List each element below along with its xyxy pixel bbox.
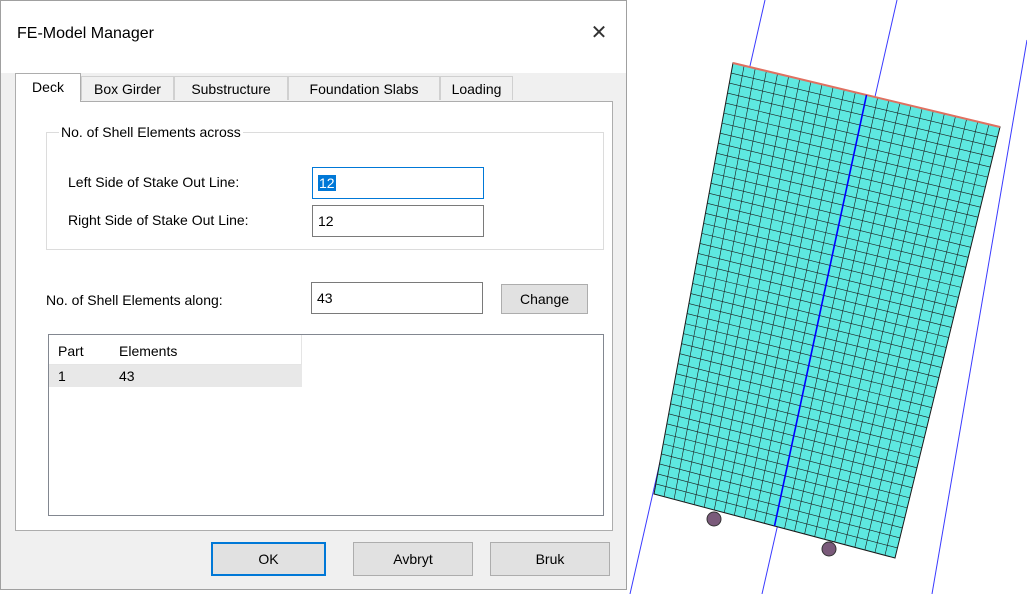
fe-model-view[interactable]	[627, 0, 1027, 595]
row-elements-cell: 43	[119, 368, 135, 384]
table-row[interactable]: 1 43	[49, 365, 302, 387]
tab-deck[interactable]: Deck	[15, 73, 81, 102]
tab-foundation-slabs[interactable]: Foundation Slabs	[288, 76, 440, 100]
column-header-part[interactable]: Part	[58, 343, 84, 359]
dialog-title: FE-Model Manager	[17, 25, 154, 42]
column-header-elements[interactable]: Elements	[119, 343, 177, 359]
tab-substructure[interactable]: Substructure	[174, 76, 288, 100]
along-input[interactable]: 43	[311, 282, 483, 314]
along-value: 43	[317, 290, 333, 306]
mesh-surface	[654, 63, 1000, 558]
deck-mesh-drawing	[629, 0, 1027, 595]
left-side-value: 12	[318, 175, 336, 191]
support-icon	[706, 511, 722, 527]
across-group: No. of Shell Elements across Left Side o…	[46, 124, 604, 250]
right-side-input[interactable]: 12	[312, 205, 484, 237]
across-group-label: No. of Shell Elements across	[59, 124, 243, 140]
tab-box-girder[interactable]: Box Girder	[81, 76, 174, 100]
tab-loading[interactable]: Loading	[440, 76, 513, 100]
row-part-cell: 1	[58, 368, 66, 384]
close-icon[interactable]: ✕	[583, 17, 615, 49]
right-side-label: Right Side of Stake Out Line:	[68, 212, 249, 228]
list-header: Part Elements	[49, 335, 302, 365]
parts-list[interactable]: Part Elements 1 43	[48, 334, 604, 516]
cancel-button[interactable]: Avbryt	[353, 542, 473, 576]
left-side-input[interactable]: 12	[312, 167, 484, 199]
support-icon	[821, 541, 837, 557]
left-side-label: Left Side of Stake Out Line:	[68, 174, 240, 190]
ok-button[interactable]: OK	[211, 542, 326, 576]
right-side-value: 12	[318, 213, 334, 229]
fe-model-manager-dialog: FE-Model Manager ✕ Deck Box Girder Subst…	[0, 0, 627, 590]
along-label: No. of Shell Elements along:	[46, 292, 223, 308]
apply-button[interactable]: Bruk	[490, 542, 610, 576]
deck-tab-panel: No. of Shell Elements across Left Side o…	[15, 101, 613, 531]
title-bar: FE-Model Manager ✕	[1, 1, 626, 73]
change-button[interactable]: Change	[501, 284, 588, 314]
